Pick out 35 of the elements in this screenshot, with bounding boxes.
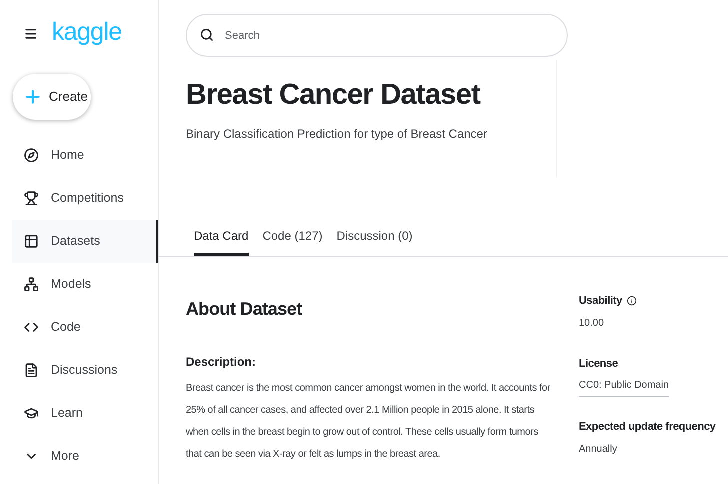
nav-item[interactable]: Discussions: [12, 349, 158, 392]
nav-item[interactable]: Datasets: [12, 220, 158, 263]
description-text: Breast cancer is the most common cancer amongst women in the world. It accounts for 25% of all cancer cases, and affected over 2.1 Million people in 2015 alone. It starts when cells in the breast begin to grow out of control. These cells usually form tumors that can be seen via X-ray or felt as lumps in the breast area.: [186, 382, 552, 462]
code-icon: [24, 320, 39, 335]
table-icon: [24, 234, 39, 249]
network-icon: [24, 277, 39, 292]
description-label: Description:: [186, 354, 258, 371]
meta-label: Expected update frequency: [579, 420, 716, 435]
compass-icon: [24, 148, 39, 163]
license-link[interactable]: CC0: Public Domain: [579, 378, 670, 397]
meta-label: License: [579, 356, 618, 372]
tab[interactable]: Code (127): [262, 221, 323, 256]
meta-label: Usability: [579, 294, 622, 309]
create-button[interactable]: Create: [13, 74, 91, 120]
nav-item[interactable]: Competitions: [12, 177, 158, 220]
nav-item[interactable]: Models: [12, 263, 158, 306]
search-icon: [200, 28, 214, 42]
nav-item[interactable]: Home: [12, 134, 158, 177]
meta-value: 10.00: [579, 316, 604, 330]
graduation-cap-icon: [24, 406, 39, 421]
info-icon[interactable]: [627, 296, 638, 306]
menu-icon[interactable]: [24, 27, 38, 41]
section-heading: About Dataset: [186, 298, 304, 321]
tab[interactable]: Data Card: [194, 221, 249, 256]
trophy-icon: [24, 191, 39, 206]
nav-item[interactable]: Code: [12, 306, 158, 349]
dataset-subtitle: Binary Classification Prediction for type of Breast Cancer: [186, 126, 488, 143]
nav-item[interactable]: Learn: [12, 392, 158, 435]
document-icon: [24, 363, 39, 378]
search-field[interactable]: Search: [186, 14, 568, 57]
tab[interactable]: Discussion (0): [336, 221, 413, 256]
dataset-title: Breast Cancer Dataset: [186, 78, 482, 113]
nav-item[interactable]: More: [12, 435, 158, 478]
plus-icon: [23, 87, 43, 107]
meta-value: Annually: [579, 442, 618, 456]
